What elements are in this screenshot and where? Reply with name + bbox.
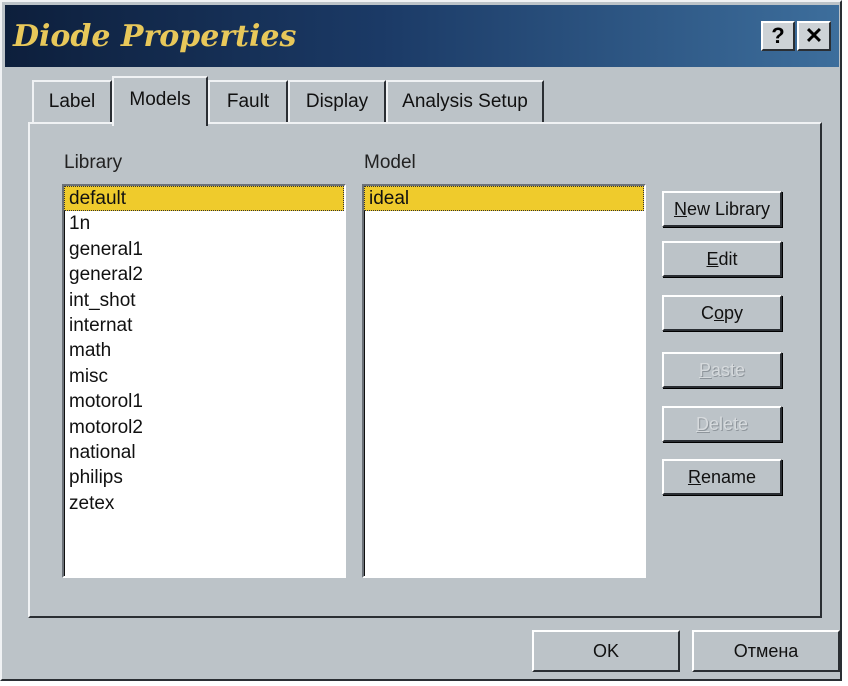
cancel-button[interactable]: Отмена	[692, 630, 840, 672]
library-list-item[interactable]: misc	[64, 364, 344, 389]
mnemonic: R	[687, 467, 701, 487]
tab-analysis-setup[interactable]: Analysis Setup	[386, 80, 544, 122]
mnemonic: N	[673, 199, 687, 219]
paste-button[interactable]: Paste	[662, 352, 782, 388]
library-list-item[interactable]: motorol2	[64, 415, 344, 440]
help-button[interactable]: ?	[761, 21, 795, 51]
model-list[interactable]: ideal	[362, 184, 646, 578]
library-list-item[interactable]: zetex	[64, 491, 344, 516]
close-button[interactable]: ✕	[797, 21, 831, 51]
button-label: ew Library	[686, 199, 771, 219]
button-label: elete	[708, 414, 749, 434]
library-list[interactable]: default 1n general1 general2 int_shot interna…	[62, 184, 346, 578]
library-list-item[interactable]: motorol1	[64, 389, 344, 414]
edit-button[interactable]: Edit	[662, 241, 782, 277]
tab-display[interactable]: Display	[288, 80, 386, 122]
library-list-item[interactable]: philips	[64, 465, 344, 490]
delete-button[interactable]: Delete	[662, 406, 782, 442]
window-title: Diode Properties	[13, 19, 297, 54]
ok-button[interactable]: OK	[532, 630, 680, 672]
mnemonic: o	[713, 303, 724, 323]
button-label: C	[700, 303, 714, 323]
new-library-button[interactable]: New Library	[662, 191, 782, 227]
library-list-item[interactable]: national	[64, 440, 344, 465]
copy-button[interactable]: Copy	[662, 295, 782, 331]
library-list-item[interactable]: int_shot	[64, 288, 344, 313]
model-label: Model	[364, 152, 416, 173]
rename-button[interactable]: Rename	[662, 459, 782, 495]
tab-fault[interactable]: Fault	[208, 80, 288, 122]
tab-label[interactable]: Label	[32, 80, 112, 122]
button-label: dit	[718, 249, 738, 269]
mnemonic: D	[695, 414, 709, 434]
tab-models[interactable]: Models	[112, 76, 208, 126]
diode-properties-dialog: Diode Properties ? ✕ Label Models Fault …	[0, 0, 842, 681]
mnemonic: P	[698, 360, 711, 380]
library-label: Library	[64, 152, 123, 173]
mnemonic: E	[706, 249, 719, 269]
model-list-item[interactable]: ideal	[364, 186, 644, 212]
library-list-item[interactable]: 1n	[64, 211, 344, 236]
button-label: aste	[710, 360, 746, 380]
button-label: py	[724, 303, 744, 323]
title-bar[interactable]: Diode Properties ? ✕	[5, 5, 839, 67]
library-list-item[interactable]: internat	[64, 313, 344, 338]
library-list-item[interactable]: default	[64, 186, 344, 212]
close-icon: ✕	[804, 23, 824, 48]
library-list-item[interactable]: math	[64, 338, 344, 363]
library-list-item[interactable]: general2	[64, 262, 344, 287]
button-label: ename	[700, 467, 757, 487]
library-list-item[interactable]: general1	[64, 237, 344, 262]
